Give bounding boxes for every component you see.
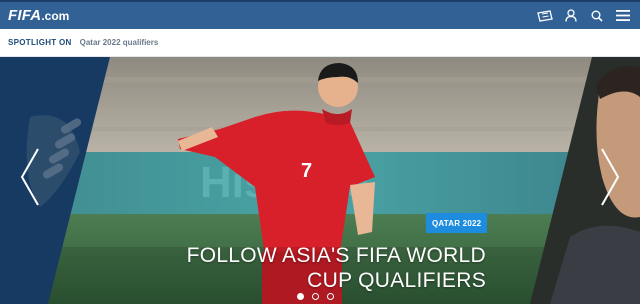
menu-icon[interactable] bbox=[614, 7, 632, 25]
spotlight-link-qatar-qualifiers[interactable]: Qatar 2022 qualifiers bbox=[80, 38, 159, 47]
carousel-pagination bbox=[297, 293, 334, 300]
hero-headline-line-2: CUP QUALIFIERS bbox=[307, 269, 486, 292]
hero-carousel: Hisense 7 bbox=[0, 57, 640, 304]
category-badge[interactable]: QATAR 2022 bbox=[426, 213, 488, 233]
hero-headline[interactable]: FOLLOW ASIA'S FIFA WORLD CUP QUALIFIERS bbox=[166, 243, 486, 293]
search-icon[interactable] bbox=[588, 7, 606, 25]
logo-domain: .com bbox=[41, 9, 70, 23]
logo-wordmark: FIFA bbox=[8, 7, 42, 24]
carousel-next-button[interactable] bbox=[598, 147, 622, 207]
chevron-left-icon bbox=[20, 148, 39, 206]
hero-headline-line-1: FOLLOW ASIA'S FIFA WORLD bbox=[186, 244, 486, 267]
spotlight-bar: SPOTLIGHT ON Qatar 2022 qualifiers bbox=[0, 29, 640, 57]
chevron-right-icon bbox=[601, 148, 620, 206]
spotlight-label: SPOTLIGHT ON bbox=[8, 38, 72, 47]
site-header: FIFA .com bbox=[0, 2, 640, 29]
user-icon[interactable] bbox=[562, 7, 580, 25]
jersey-number: 7 bbox=[301, 160, 312, 182]
carousel-prev-button[interactable] bbox=[18, 147, 42, 207]
ticket-icon[interactable] bbox=[536, 7, 554, 25]
carousel-dot-1[interactable] bbox=[297, 293, 304, 300]
next-slide-preview bbox=[530, 57, 640, 304]
carousel-dot-3[interactable] bbox=[327, 293, 334, 300]
previous-slide-preview bbox=[0, 57, 110, 304]
carousel-dot-2[interactable] bbox=[312, 293, 319, 300]
header-actions bbox=[536, 7, 632, 25]
fifa-logo[interactable]: FIFA .com bbox=[8, 7, 69, 24]
